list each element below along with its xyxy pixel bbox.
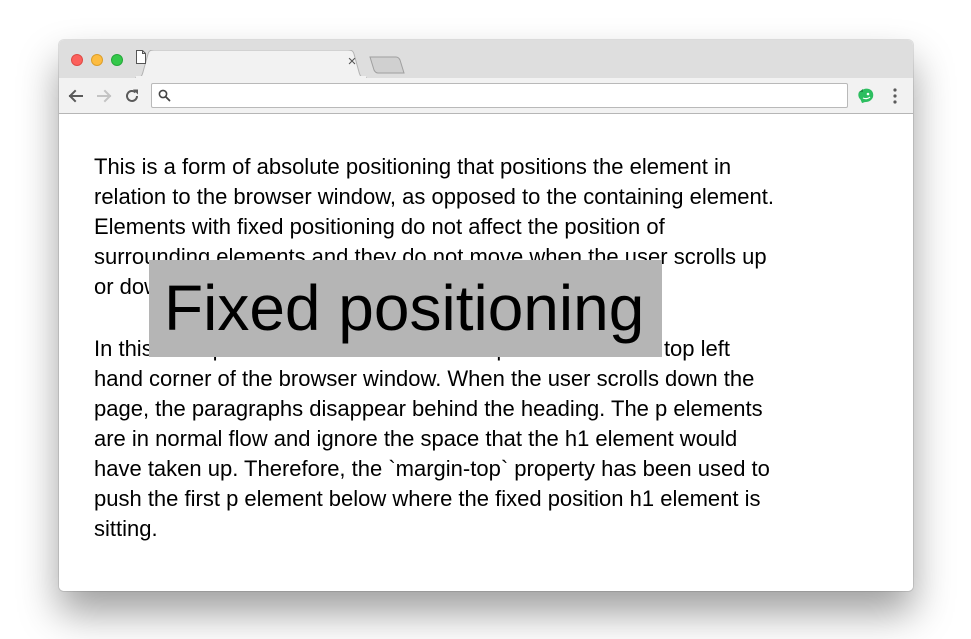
zoom-window-button[interactable] (111, 54, 123, 66)
title-bar: × (59, 40, 913, 78)
browser-window: × This is a form of absolute positioning… (59, 40, 913, 591)
arrow-right-icon[interactable] (94, 86, 114, 106)
tab-shape (135, 50, 367, 78)
page-viewport: This is a form of absolute positioning t… (59, 114, 913, 591)
arrow-left-icon[interactable] (66, 86, 86, 106)
page-icon (136, 50, 146, 64)
minimize-window-button[interactable] (91, 54, 103, 66)
close-window-button[interactable] (71, 54, 83, 66)
new-tab-button[interactable] (369, 56, 405, 74)
address-bar[interactable] (151, 83, 848, 108)
browser-toolbar (59, 78, 913, 114)
browser-tab[interactable]: × (135, 50, 367, 78)
search-icon (158, 89, 171, 102)
tab-close-icon[interactable]: × (345, 54, 359, 70)
kebab-menu-icon[interactable] (887, 87, 903, 105)
address-input[interactable] (178, 86, 838, 105)
fixed-heading: Fixed positioning (149, 260, 662, 357)
evernote-extension-icon[interactable] (857, 87, 875, 105)
paragraph-2: In this example the h1 element has been … (94, 336, 770, 541)
reload-icon[interactable] (122, 86, 142, 106)
